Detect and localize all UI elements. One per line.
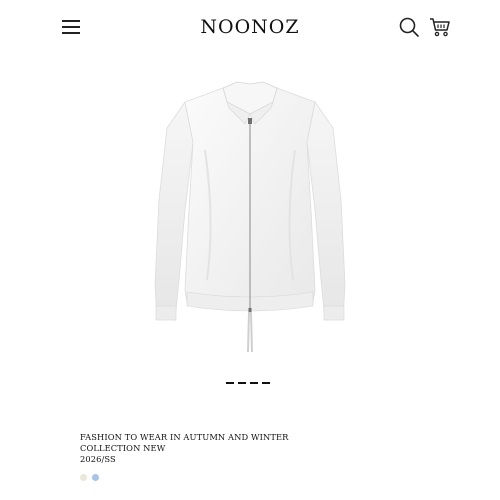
- gallery-dot[interactable]: [238, 382, 246, 384]
- color-swatch-cream[interactable]: [80, 474, 87, 481]
- site-header: NOONOZ: [0, 0, 500, 56]
- search-icon[interactable]: [398, 16, 420, 38]
- color-swatches: [80, 474, 104, 482]
- gallery-dot[interactable]: [226, 382, 234, 384]
- product-image[interactable]: [145, 80, 355, 362]
- color-swatch-light-blue[interactable]: [92, 474, 99, 481]
- gallery-dot[interactable]: [262, 382, 270, 384]
- product-title-line-1[interactable]: FASHION TO WEAR IN AUTUMN AND WINTER: [80, 432, 400, 443]
- image-gallery-indicator: [226, 382, 274, 386]
- brand-logo[interactable]: NOONOZ: [0, 16, 500, 38]
- product-season: 2026/SS: [80, 454, 116, 464]
- product-title-line-2[interactable]: COLLECTION NEW: [80, 443, 400, 454]
- cart-icon[interactable]: [429, 16, 451, 38]
- product-info: FASHION TO WEAR IN AUTUMN AND WINTER COL…: [80, 432, 400, 465]
- gallery-dot[interactable]: [250, 382, 258, 384]
